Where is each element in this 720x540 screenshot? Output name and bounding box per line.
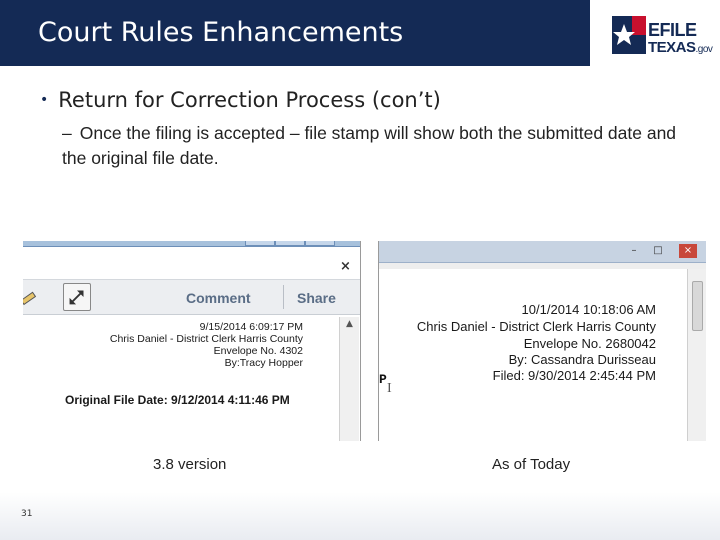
screenshot-as-of-today: – □ × 10/1/2014 10:18:06 AM Chris Daniel… (378, 241, 706, 441)
comment-button[interactable]: Comment (186, 290, 251, 306)
scroll-thumb[interactable] (692, 281, 703, 331)
stamp-timestamp: 10/1/2014 10:18:06 AM (521, 302, 656, 317)
efile-texas-logo: EFILE TEXAS.gov (600, 10, 716, 60)
scrollbar[interactable] (687, 269, 706, 441)
bullet1-text: Return for Correction Process (con’t) (58, 88, 441, 112)
stamp-by: By: Cassandra Durisseau (508, 352, 656, 367)
stamp-clerk: Chris Daniel - District Clerk Harris Cou… (109, 333, 303, 345)
stamp-clerk: Chris Daniel - District Clerk Harris Cou… (416, 319, 656, 334)
close-icon[interactable]: × (679, 244, 697, 258)
bullet2-text: Once the filing is accepted – file stamp… (62, 123, 677, 168)
scrollbar[interactable]: ▲ (339, 317, 359, 441)
stamp-by: By:Tracy Hopper (224, 357, 303, 369)
toolbar-divider (283, 285, 284, 309)
menu-strip (379, 263, 706, 269)
original-file-date: Original File Date: 9/12/2014 4:11:46 PM (65, 393, 290, 407)
cursor-text: P (379, 372, 387, 387)
minimize-icon[interactable]: – (625, 244, 643, 258)
bullet-level2: – Once the filing is accepted – file stam… (62, 121, 682, 171)
expand-icon[interactable] (63, 283, 91, 311)
titlebar-button[interactable] (305, 241, 335, 246)
stamp-filed: Filed: 9/30/2014 2:45:44 PM (492, 368, 656, 383)
header-band: Court Rules Enhancements (0, 0, 590, 66)
scroll-up-icon[interactable]: ▲ (340, 319, 359, 331)
caption-left: 3.8 version (153, 456, 227, 473)
slide-footer (0, 492, 720, 540)
bullet-dot-icon: • (40, 92, 49, 108)
texas-star-icon (612, 16, 646, 54)
logo-efile-text: EFILE (648, 20, 697, 40)
page-title: Court Rules Enhancements (38, 17, 404, 48)
caption-right: As of Today (492, 456, 571, 473)
logo-texas-text: TEXAS.gov (648, 39, 713, 56)
screenshot-3-8-version: × Comment Share ▲ 9/15/2014 6:09:17 PM C… (23, 241, 361, 441)
slide-header: Court Rules Enhancements EFILE TEXAS.gov (0, 0, 720, 66)
text-cursor-icon: I (387, 381, 392, 396)
titlebar-button[interactable] (245, 241, 275, 246)
sign-pen-icon[interactable] (23, 286, 39, 306)
stamp-envelope: Envelope No. 2680042 (523, 336, 656, 351)
stamp-timestamp: 9/15/2014 6:09:17 PM (199, 321, 303, 333)
close-icon[interactable]: × (340, 259, 351, 274)
maximize-icon[interactable]: □ (649, 244, 667, 258)
share-button[interactable]: Share (297, 290, 336, 306)
bullet-dash: – (62, 123, 72, 143)
page-number: 31 (21, 509, 33, 519)
bullet-level1: • Return for Correction Process (con’t) (40, 88, 441, 112)
titlebar-button[interactable] (275, 241, 305, 246)
stamp-envelope: Envelope No. 4302 (213, 345, 303, 357)
